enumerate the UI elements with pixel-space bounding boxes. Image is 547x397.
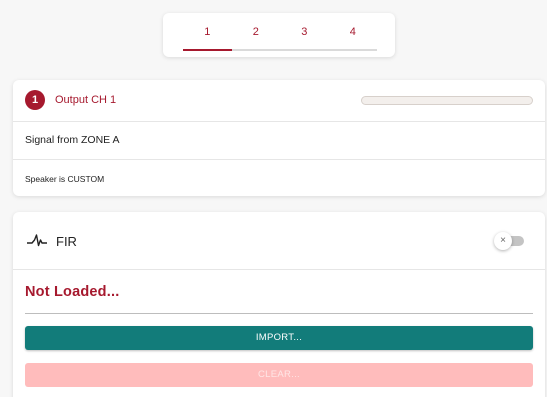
tabs-underline xyxy=(183,49,377,51)
channel-tabs-card: 1 2 3 4 xyxy=(163,13,395,57)
output-card: 1 Output CH 1 Signal from ZONE A Speaker… xyxy=(13,80,545,196)
signal-source-text: Signal from ZONE A xyxy=(25,134,120,146)
signal-row: Signal from ZONE A xyxy=(13,122,545,160)
fir-card: FIR × Not Loaded... IMPORT... CLEAR... xyxy=(13,212,545,397)
output-level-meter xyxy=(361,96,533,105)
channel-number-badge: 1 xyxy=(25,90,45,110)
import-button[interactable]: IMPORT... xyxy=(25,326,533,350)
tab-channel-4[interactable]: 4 xyxy=(329,25,378,42)
fir-status: Not Loaded... xyxy=(25,284,120,300)
clear-button[interactable]: CLEAR... xyxy=(25,363,533,387)
speaker-type-text: Speaker is CUSTOM xyxy=(25,174,105,184)
tab-channel-1[interactable]: 1 xyxy=(183,25,232,42)
status-divider xyxy=(25,313,533,314)
close-icon: × xyxy=(494,232,512,250)
waveform-pulse-icon xyxy=(27,234,47,247)
output-header: 1 Output CH 1 xyxy=(13,80,545,122)
tab-channel-3[interactable]: 3 xyxy=(280,25,329,42)
fir-title: FIR xyxy=(56,234,77,249)
channel-tabs: 1 2 3 4 xyxy=(183,25,377,42)
output-title: Output CH 1 xyxy=(55,94,117,106)
fir-header: FIR × xyxy=(13,212,545,270)
active-tab-indicator xyxy=(183,49,232,51)
fir-enable-toggle[interactable]: × xyxy=(494,232,524,250)
tab-channel-2[interactable]: 2 xyxy=(232,25,281,42)
